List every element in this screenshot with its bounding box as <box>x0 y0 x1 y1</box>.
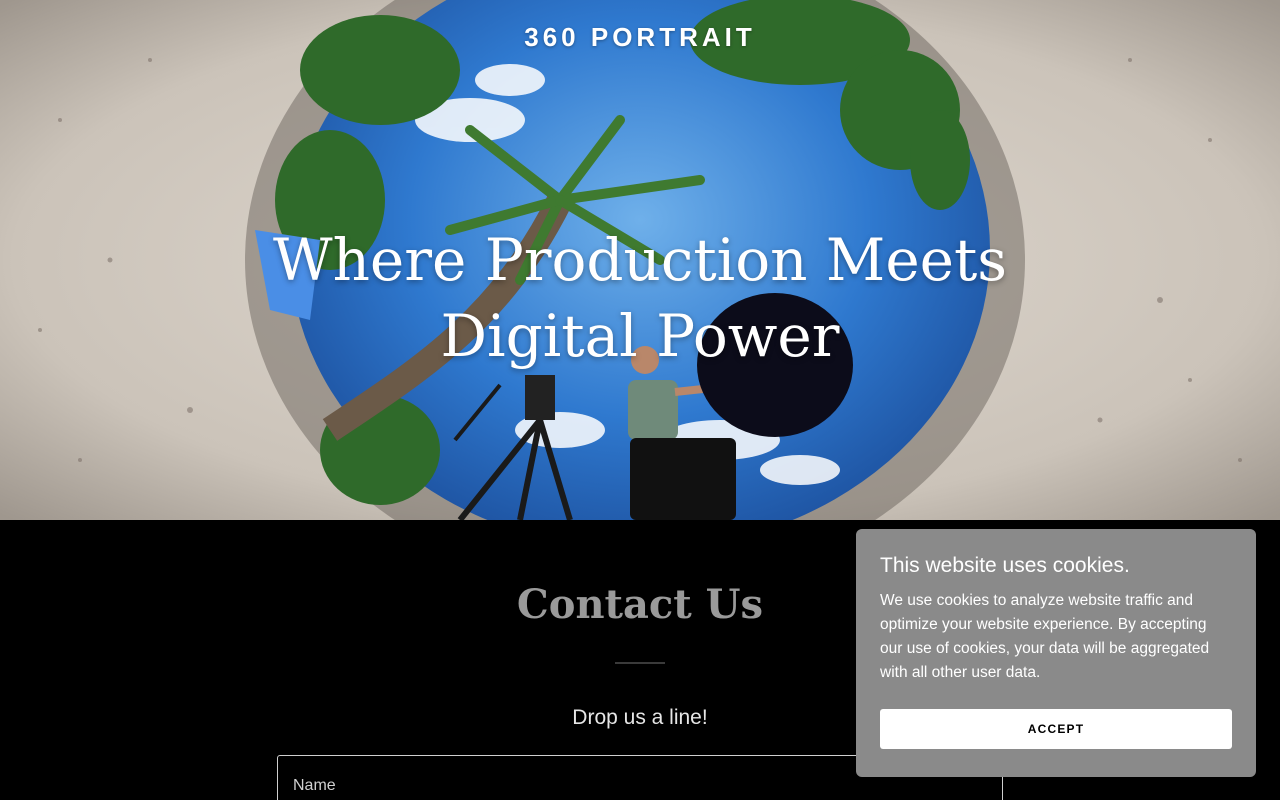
hero-section: 360 PORTRAIT Where Production Meets Digi… <box>0 0 1280 520</box>
cookie-banner: This website uses cookies. We use cookie… <box>856 529 1256 777</box>
cookie-banner-message: We use cookies to analyze website traffi… <box>880 592 1210 681</box>
hero-headline: Where Production Meets Digital Power <box>272 226 1008 370</box>
brand-logo-text[interactable]: 360 PORTRAIT <box>0 22 1280 53</box>
section-divider <box>615 662 665 664</box>
cookie-banner-title: This website uses cookies. <box>880 554 1130 577</box>
accept-cookies-button[interactable]: ACCEPT <box>880 709 1232 749</box>
